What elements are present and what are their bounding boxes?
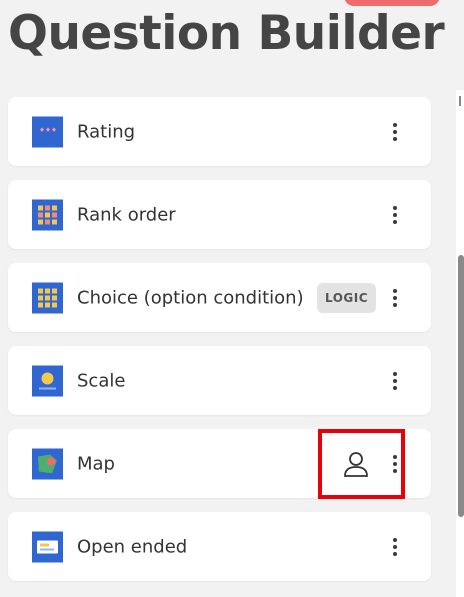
rank-order-grid-icon [32, 199, 63, 230]
question-type-list: Rating Rank order Choice (option conditi… [8, 97, 431, 595]
user-icon[interactable] [340, 448, 372, 480]
logic-badge: LOGIC [317, 282, 377, 313]
more-options-icon[interactable] [386, 452, 404, 476]
question-type-label: Choice (option condition) [77, 287, 304, 308]
rating-hearts-icon [32, 116, 63, 147]
more-options-icon[interactable] [386, 369, 404, 393]
question-type-label: Scale [77, 370, 126, 391]
question-type-choice[interactable]: Choice (option condition) LOGIC [8, 263, 431, 332]
map-icon [32, 448, 63, 479]
panel-edge-mark [459, 96, 461, 106]
more-options-icon[interactable] [386, 120, 404, 144]
more-options-icon[interactable] [386, 286, 404, 310]
more-options-icon[interactable] [386, 535, 404, 559]
question-type-label: Rank order [77, 204, 176, 225]
question-type-rank-order[interactable]: Rank order [8, 180, 431, 249]
open-ended-icon [32, 531, 63, 562]
choice-grid-icon [32, 282, 63, 313]
question-type-map[interactable]: Map [8, 429, 431, 498]
question-type-label: Rating [77, 121, 136, 142]
question-type-scale[interactable]: Scale [8, 346, 431, 415]
scrollbar[interactable] [458, 255, 464, 517]
scale-icon [32, 365, 63, 396]
page-title: Question Builder [8, 6, 445, 61]
more-options-icon[interactable] [386, 203, 404, 227]
question-type-open-ended[interactable]: Open ended [8, 512, 431, 581]
question-type-label: Map [77, 453, 115, 474]
question-type-label: Open ended [77, 536, 188, 557]
question-type-rating[interactable]: Rating [8, 97, 431, 166]
